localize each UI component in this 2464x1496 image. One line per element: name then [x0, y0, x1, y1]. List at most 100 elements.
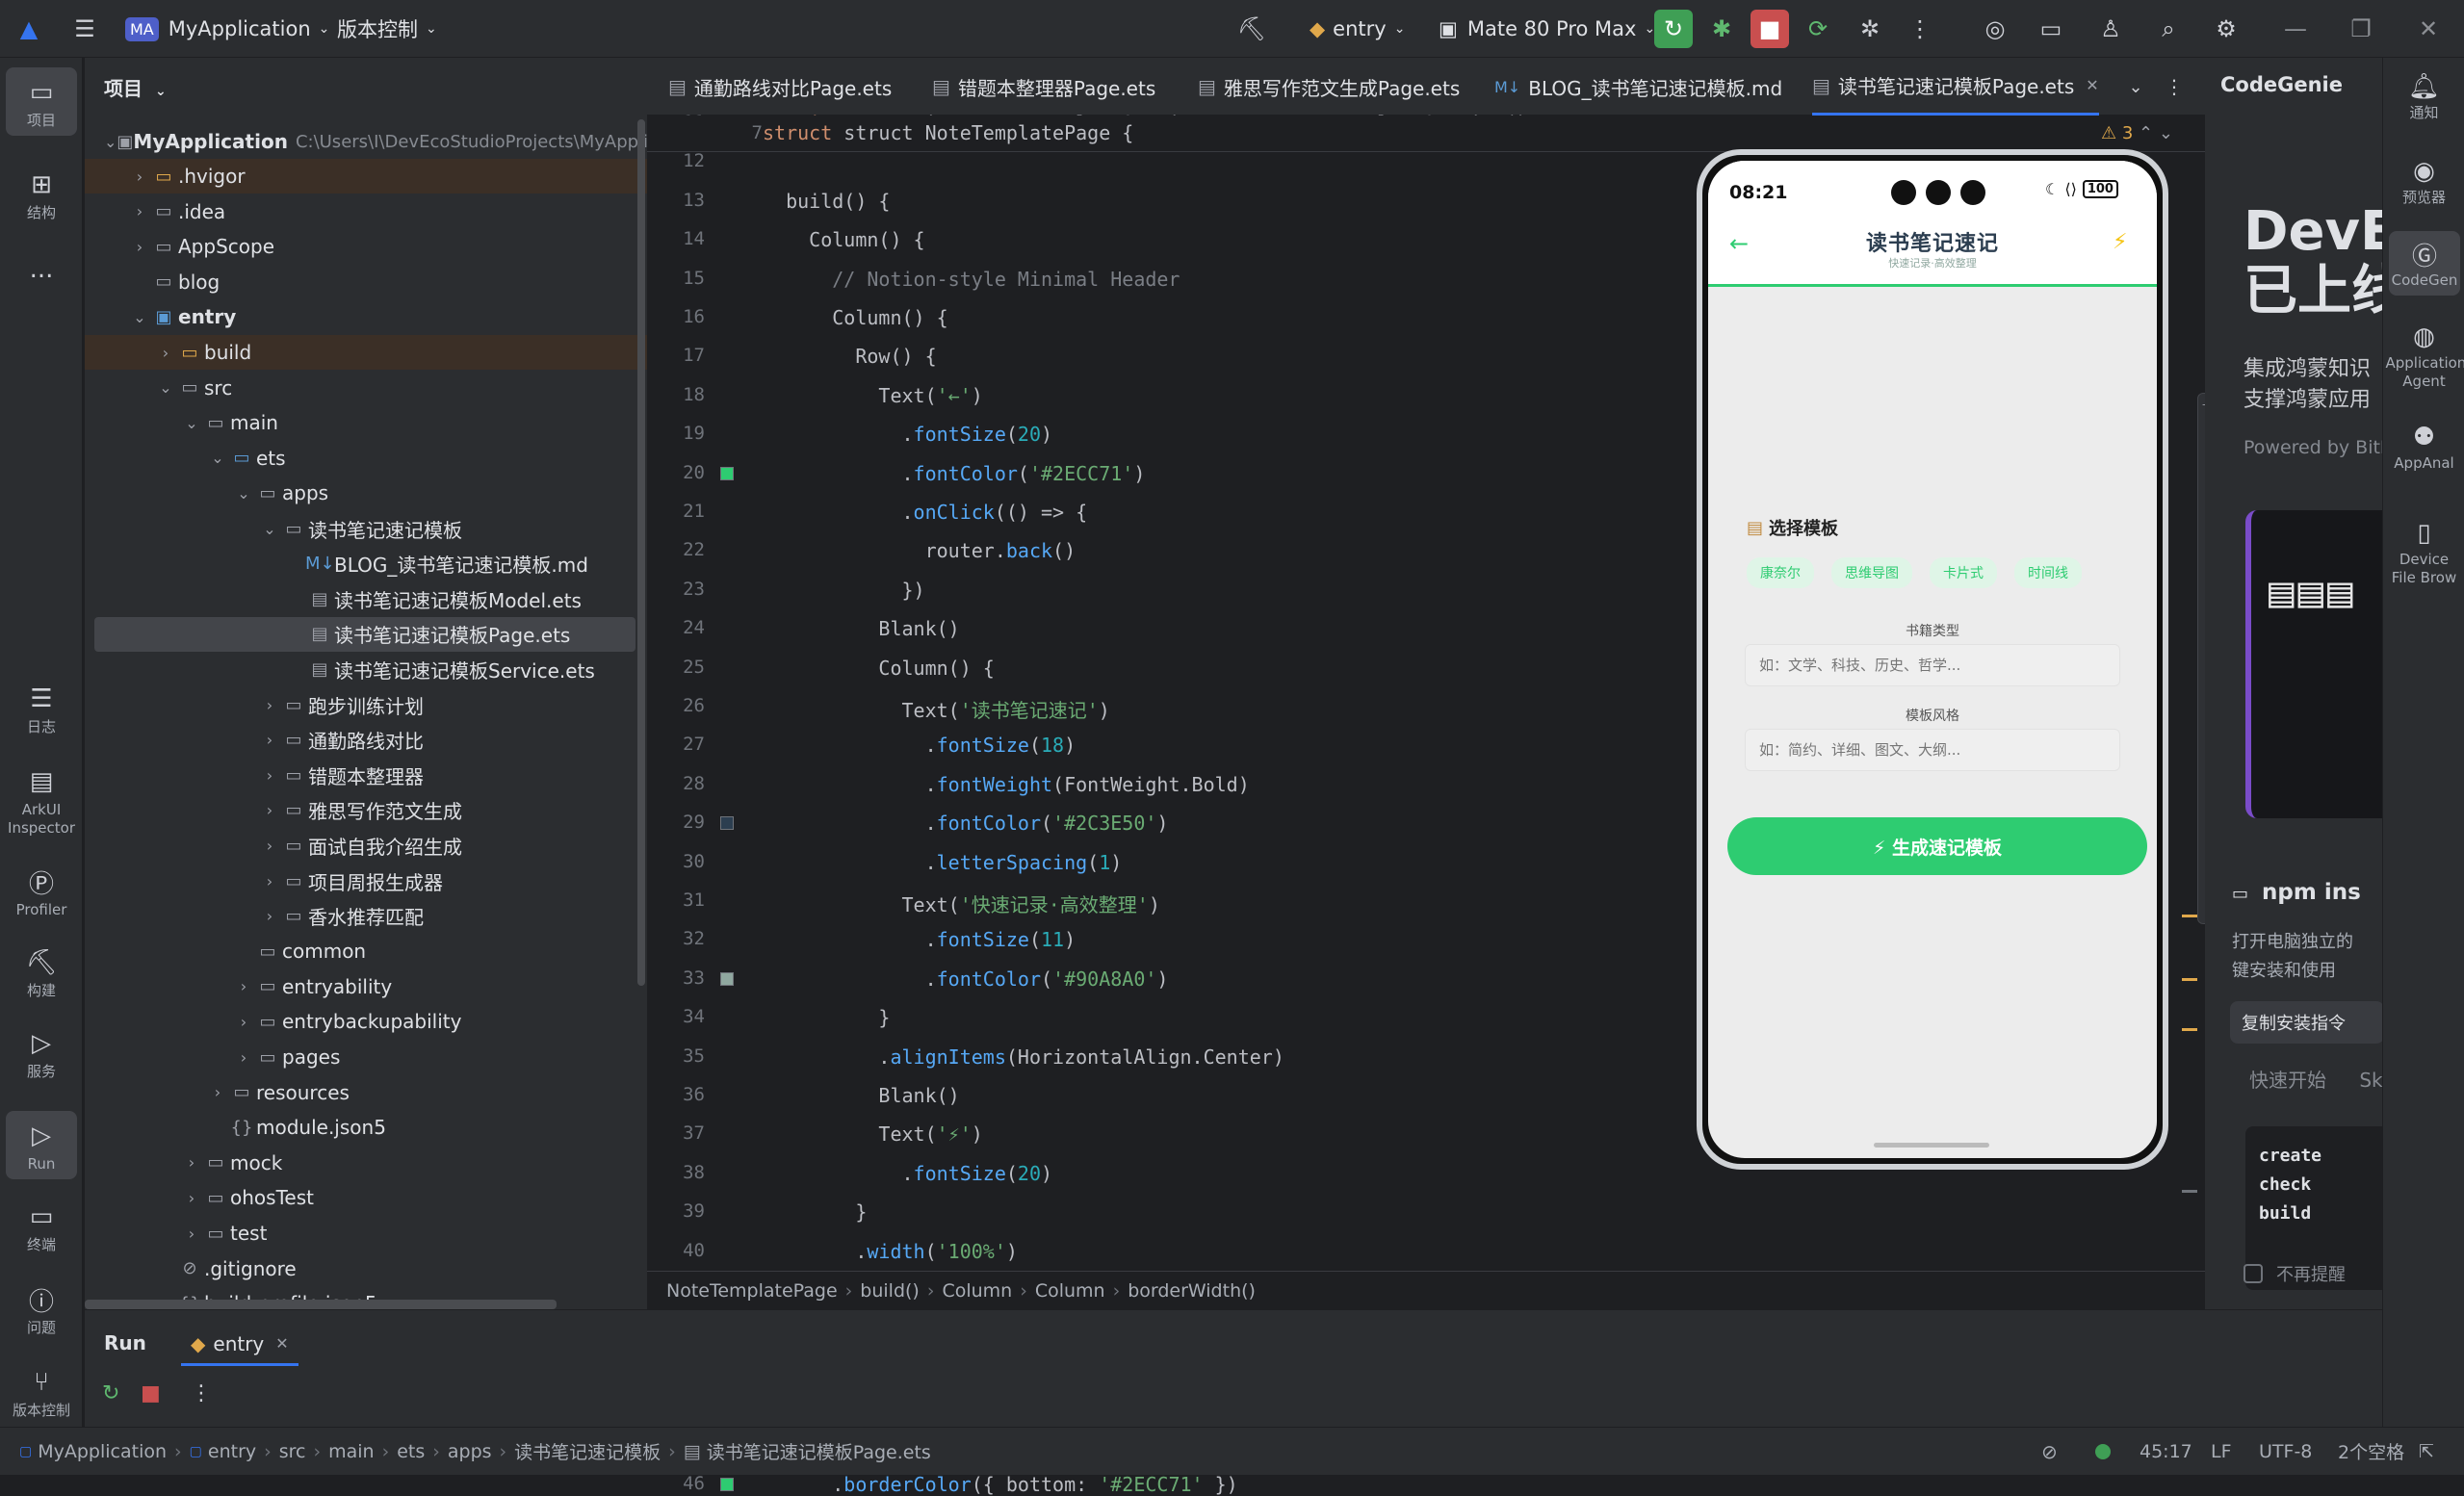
chevron-right-icon[interactable]: › [260, 766, 279, 785]
tree-item[interactable]: › ▭ 错题本整理器 [85, 758, 647, 792]
no-internet-icon[interactable]: ⊘ [2041, 1440, 2058, 1463]
chevron-right-icon[interactable]: › [182, 1225, 201, 1243]
crumb-column-1[interactable]: Column [942, 1280, 1012, 1302]
search-icon[interactable]: ⌕ [2149, 10, 2188, 48]
tree-item[interactable]: › ▭ test [85, 1216, 647, 1251]
tool-problems[interactable]: ⓘ 问题 [0, 1280, 83, 1337]
debug-bug-icon[interactable]: ✱ [1702, 10, 1741, 48]
tree-item[interactable]: › ▭ 项目周报生成器 [85, 864, 647, 898]
chevron-right-icon[interactable]: › [260, 731, 279, 749]
tab-ielts[interactable]: ▤ 雅思写作范文生成Page.ets [1198, 58, 1460, 116]
chevron-right-icon[interactable]: › [260, 907, 279, 925]
scroll-marker[interactable] [2182, 1028, 2197, 1031]
scroll-marker[interactable] [2182, 915, 2197, 917]
device-selector[interactable]: ▣ Mate 80 Pro Max ⌄ [1439, 12, 1655, 46]
generate-button[interactable]: ⚡ 生成速记模板 [1727, 817, 2147, 875]
tool-previewer[interactable]: ◉ 预览器 [2383, 154, 2464, 207]
file-encoding[interactable]: UTF-8 [2259, 1441, 2312, 1462]
deveco-logo-icon[interactable]: ▲ [10, 10, 48, 48]
close-icon[interactable]: ✕ [2409, 10, 2448, 48]
status-crumb[interactable]: entry [208, 1441, 256, 1462]
tree-item[interactable]: › ▭ 通勤路线对比 [85, 723, 647, 758]
stop-icon[interactable]: ■ [141, 1381, 161, 1406]
folder-icon[interactable]: ▭ [2032, 10, 2070, 48]
attach-debugger-icon[interactable]: ✲ [1851, 10, 1889, 48]
maximize-icon[interactable]: ❐ [2342, 10, 2380, 48]
build-hammer-icon[interactable]: ⛏ [1232, 10, 1271, 48]
chevron-right-icon[interactable]: › [234, 1013, 253, 1031]
book-type-input[interactable] [1745, 644, 2120, 686]
chevron-right-icon[interactable]: › [260, 872, 279, 890]
tool-run[interactable]: ▷ Run [6, 1111, 77, 1179]
vcs-menu[interactable]: 版本控制 ⌄ [337, 12, 437, 46]
copy-install-button[interactable]: 复制安装指令 [2230, 1001, 2382, 1044]
chip-card[interactable]: 卡片式 [1930, 557, 1997, 588]
chevron-right-icon[interactable]: › [234, 1048, 253, 1067]
tool-structure[interactable]: ⊞ 结构 [0, 166, 83, 222]
minimize-icon[interactable]: — [2276, 10, 2315, 48]
chevron-right-icon[interactable]: › [234, 977, 253, 995]
chevron-down-icon[interactable]: ⌄ [2116, 67, 2155, 106]
tree-item[interactable]: ⌄ ▭ main [85, 405, 647, 440]
indent-setting[interactable]: 2个空格 [2338, 1438, 2404, 1464]
status-crumb[interactable]: 读书笔记速记模板 [514, 1438, 661, 1464]
close-icon[interactable]: ✕ [2086, 76, 2098, 94]
chevron-right-icon[interactable]: › [130, 168, 149, 186]
color-swatch-icon[interactable] [720, 466, 734, 480]
status-crumb[interactable]: apps [448, 1441, 492, 1462]
chevron-right-icon[interactable]: › [130, 238, 149, 256]
tree-item[interactable]: ⌄ ▭ 读书笔记速记模板 [85, 511, 647, 546]
sk-tab[interactable]: Sk [2359, 1069, 2382, 1092]
close-icon[interactable]: ✕ [275, 1334, 288, 1353]
bolt-icon[interactable]: ⚡ [2113, 230, 2127, 254]
tool-services[interactable]: ▷ 服务 [0, 1024, 83, 1081]
tool-device-file-browser[interactable]: ▯ Device File Brow [2383, 516, 2464, 587]
tree-item[interactable]: ⌄ ▣ entry [85, 299, 647, 334]
chevron-down-icon[interactable]: ⌄ [130, 308, 149, 326]
tool-codegenie[interactable]: Ⓖ CodeGen [2389, 231, 2460, 296]
status-crumb[interactable]: main [328, 1441, 374, 1462]
more-vertical-icon[interactable]: ⋮ [191, 1381, 212, 1406]
cursor-position[interactable]: 45:17 [2140, 1441, 2192, 1462]
chevron-down-icon[interactable]: ⌄ [234, 484, 253, 503]
chip-timeline[interactable]: 时间线 [2014, 557, 2082, 588]
tool-terminal[interactable]: ▭ 终端 [0, 1198, 83, 1254]
main-menu-icon[interactable]: ☰ [65, 10, 104, 48]
scroll-marker[interactable] [2182, 978, 2197, 981]
dont-remind[interactable]: 不再提醒 [2244, 1261, 2346, 1286]
chevron-right-icon[interactable]: › [130, 202, 149, 220]
tool-project[interactable]: ▭ 项目 [6, 67, 77, 136]
more-vertical-icon[interactable]: ⋮ [1901, 10, 1939, 48]
line-separator[interactable]: LF [2211, 1441, 2232, 1462]
crumb-struct[interactable]: NoteTemplatePage [666, 1280, 838, 1302]
tree-item[interactable]: ▤ 读书笔记速记模板Page.ets [94, 616, 635, 652]
tool-profiler[interactable]: Ⓟ Profiler [0, 863, 83, 919]
tree-item[interactable]: ▭ common [85, 934, 647, 968]
tool-build[interactable]: ⛏ 构建 [0, 943, 83, 1000]
tree-item[interactable]: {} module.json5 [85, 1110, 647, 1145]
warning-indicator[interactable]: ⚠ 3 ⌃ ⌄ [2101, 123, 2173, 143]
run-config-selector[interactable]: ◆ entry ⌄ [1310, 12, 1405, 46]
stop-icon[interactable]: ■ [1751, 10, 1789, 48]
chevron-right-icon[interactable]: › [182, 1153, 201, 1172]
tree-item[interactable]: › ▭ resources [85, 1075, 647, 1110]
tab-commute[interactable]: ▤ 通勤路线对比Page.ets [668, 58, 892, 116]
tree-item[interactable]: M↓ BLOG_读书笔记速记模板.md [85, 547, 647, 581]
lock-icon[interactable]: ⇱ [2419, 1441, 2434, 1462]
chevron-right-icon[interactable]: › [260, 837, 279, 855]
tree-item[interactable]: ▤ 读书笔记速记模板Model.ets [85, 581, 647, 616]
settings-gear-icon[interactable]: ⚙ [2207, 10, 2245, 48]
chevron-right-icon[interactable]: › [208, 1083, 227, 1101]
tree-item[interactable]: › ▭ build [85, 335, 647, 370]
chevron-down-icon[interactable]: ⌄ [156, 378, 175, 397]
chevron-right-icon[interactable]: › [260, 801, 279, 819]
color-swatch-icon[interactable] [720, 1478, 734, 1491]
tree-item[interactable]: ⊘ .gitignore [85, 1251, 647, 1286]
tool-appanalyzer[interactable]: ⚉ AppAnal [2383, 420, 2464, 473]
rerun-icon[interactable]: ↻ [102, 1381, 119, 1406]
tree-item[interactable]: ⌄ ▭ ets [85, 441, 647, 476]
tree-item[interactable]: › ▭ entrybackupability [85, 1004, 647, 1039]
color-swatch-icon[interactable] [720, 816, 734, 831]
tool-application-agent[interactable]: ◍ Application Agent [2383, 320, 2464, 391]
target-icon[interactable]: ◎ [1976, 10, 2014, 48]
